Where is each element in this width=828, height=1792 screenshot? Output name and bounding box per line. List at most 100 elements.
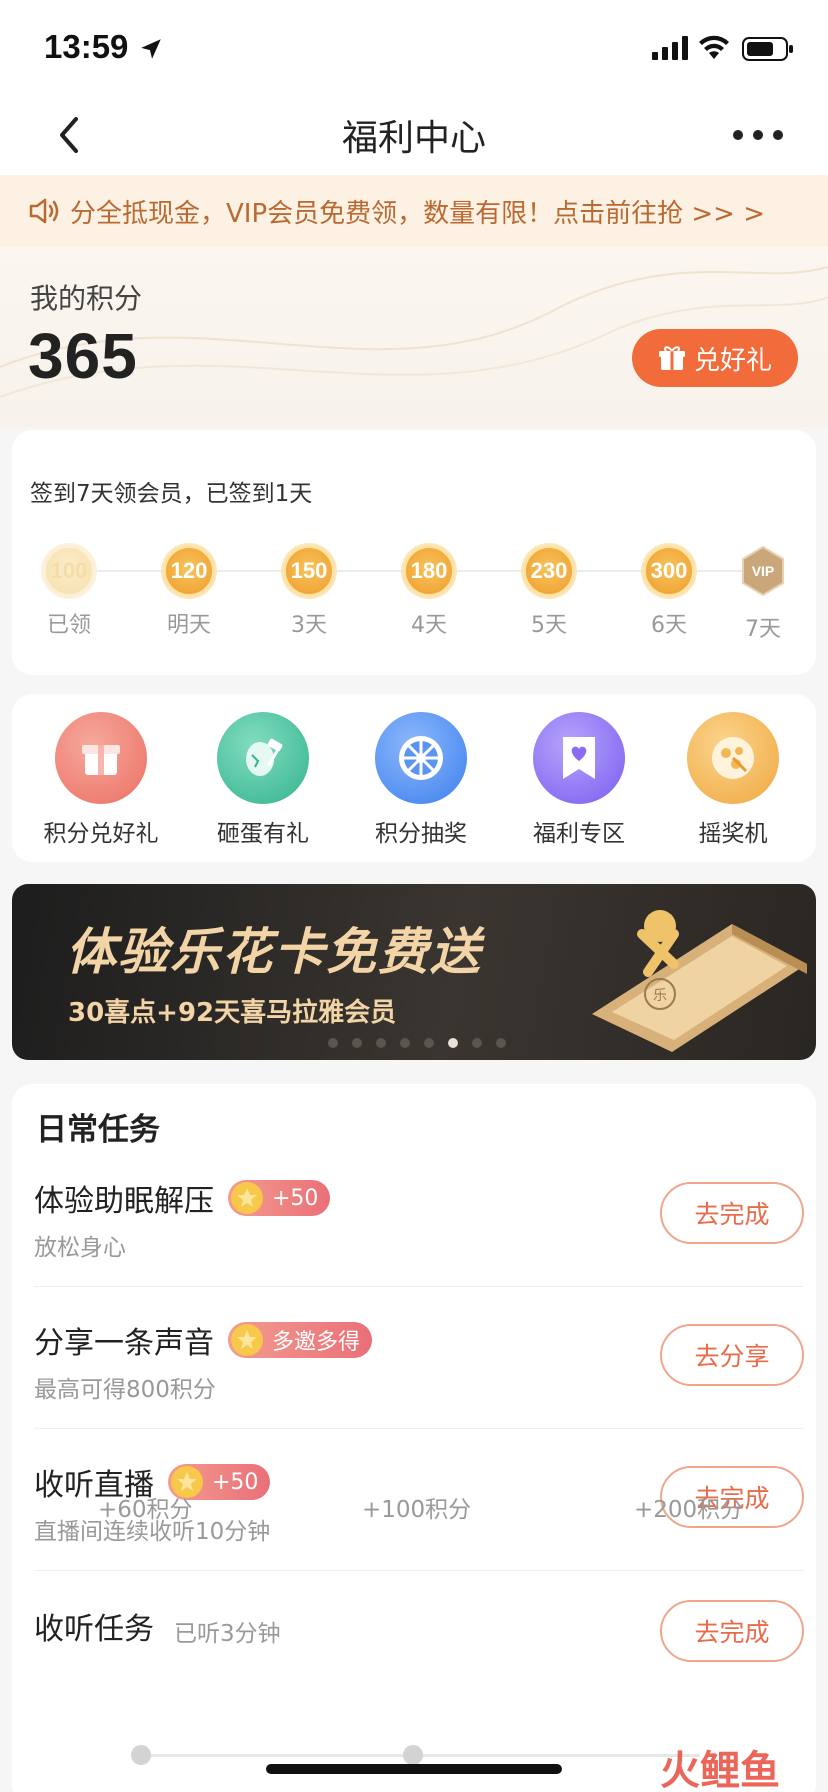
shortcut-label: 福利专区 [533, 821, 625, 847]
redeem-button-label: 兑好礼 [693, 345, 772, 376]
gift-box-icon [55, 712, 147, 804]
coin-icon: 100 [43, 545, 95, 597]
carousel-dot[interactable] [352, 1038, 362, 1048]
milestone-node [403, 1745, 423, 1765]
task-name: 体验助眠解压 [34, 1184, 214, 1219]
battery-icon [742, 37, 793, 61]
checkin-title: 签到7天领会员，已签到1天 [30, 481, 313, 507]
star-coin-icon [231, 1182, 263, 1214]
checkin-day-5[interactable]: 230 5天 [514, 545, 584, 639]
checkin-day-label: 7天 [745, 617, 781, 642]
coin-icon: 180 [403, 545, 455, 597]
milestone-node [131, 1745, 151, 1765]
carousel-dot[interactable] [376, 1038, 386, 1048]
redeem-gifts-button[interactable]: 兑好礼 [632, 329, 798, 387]
reward-text: 多邀多得 [272, 1330, 361, 1355]
shortcut-lucky-draw[interactable]: 积分抽奖 [346, 712, 496, 848]
notice-text: 分全抵现金，VIP会员免费领，数量有限！点击前往抢 >> > [70, 199, 766, 229]
milestone-label: +100积分 [362, 1497, 472, 1523]
task-description: 放松身心 [34, 1235, 126, 1261]
task-sleep-relax: 体验助眠解压 +50 放松身心 去完成 [34, 1176, 804, 1286]
checkin-day-label: 3天 [291, 613, 327, 638]
shortcut-label: 积分兑好礼 [43, 821, 159, 847]
carousel-dot[interactable] [400, 1038, 410, 1048]
task-name: 分享一条声音 [34, 1326, 214, 1361]
points-value: 365 [28, 320, 138, 392]
points-label: 我的积分 [30, 282, 143, 315]
complete-task-button[interactable]: 去完成 [660, 1182, 804, 1244]
star-coin-icon [231, 1324, 263, 1356]
card-logo-text: 乐 [653, 988, 667, 1004]
location-arrow-icon [141, 39, 161, 59]
coin-icon: 300 [643, 545, 695, 597]
daily-tasks-card: 日常任务 体验助眠解压 +50 放松身心 去完成 分享一条声音 多邀多得 最高可… [12, 1084, 816, 1792]
checkin-day-3[interactable]: 150 3天 [274, 545, 344, 639]
shortcut-label: 积分抽奖 [375, 821, 467, 847]
shortcut-grid: 积分兑好礼 砸蛋有礼 积分抽奖 福利专区 摇奖机 [12, 694, 816, 862]
checkin-day-1[interactable]: 100 已领 [34, 545, 104, 639]
carousel-dot[interactable] [424, 1038, 434, 1048]
more-options-icon[interactable] [730, 125, 786, 145]
coin-icon: 120 [163, 545, 215, 597]
share-task-button[interactable]: 去分享 [660, 1324, 804, 1386]
banner-subtitle: 30喜点+92天喜马拉雅会员 [68, 998, 397, 1028]
checkin-day-label: 已领 [46, 613, 91, 638]
task-description: 最高可得800积分 [34, 1377, 216, 1403]
reward-badge: 多邀多得 [228, 1322, 373, 1358]
egg-hammer-icon [217, 712, 309, 804]
checkin-day-label: 4天 [411, 613, 447, 638]
tasks-title: 日常任务 [36, 1112, 160, 1148]
checkin-day-4[interactable]: 180 4天 [394, 545, 464, 639]
checkin-day-label: 5天 [531, 613, 567, 638]
vip-badge-text: VIP [752, 563, 775, 579]
cellular-signal-icon [652, 36, 688, 60]
vip-badge-icon: VIP [742, 545, 784, 597]
status-bar: 13:59 [0, 0, 828, 95]
complete-task-button[interactable]: 去完成 [660, 1600, 804, 1662]
gift-icon [658, 346, 685, 370]
checkin-day-2[interactable]: 120 明天 [154, 545, 224, 639]
coin-icon: 150 [283, 545, 335, 597]
lottery-machine-icon [687, 712, 779, 804]
shortcut-label: 摇奖机 [698, 821, 768, 847]
carousel-dot[interactable] [472, 1038, 482, 1048]
divider [34, 1428, 804, 1429]
task-listen: 收听任务 已听3分钟 去完成 [34, 1588, 804, 1668]
task-name: 收听任务 [34, 1612, 154, 1647]
wifi-icon [699, 35, 729, 59]
checkin-day-6[interactable]: 300 6天 [634, 545, 704, 639]
listen-milestones: +60积分 +100积分 +200积分 [0, 1490, 828, 1530]
checkin-day-7[interactable]: VIP 7天 [728, 545, 798, 643]
points-header: 我的积分 365 兑好礼 [0, 247, 828, 427]
coin-icon: 230 [523, 545, 575, 597]
notice-bar[interactable]: 分全抵现金，VIP会员免费领，数量有限！点击前往抢 >> > [0, 175, 828, 247]
carousel-indicator [328, 1038, 506, 1048]
shortcut-points-gifts[interactable]: 积分兑好礼 [26, 712, 176, 848]
task-name-row: 收听任务 已听3分钟 [34, 1604, 281, 1648]
checkin-day-label: 6天 [651, 613, 687, 638]
divider [34, 1286, 804, 1287]
banner-title: 体验乐花卡免费送 [66, 923, 482, 981]
carousel-dot[interactable] [496, 1038, 506, 1048]
speaker-icon [29, 198, 59, 224]
promo-banner[interactable]: 体验乐花卡免费送 30喜点+92天喜马拉雅会员 乐 [12, 884, 816, 1060]
milestone-label: +60积分 [98, 1497, 193, 1523]
milestone-label: +200积分 [634, 1497, 744, 1523]
checkin-day-label: 明天 [166, 613, 211, 638]
carousel-dot-active[interactable] [448, 1038, 458, 1048]
shortcut-label: 砸蛋有礼 [217, 821, 309, 847]
prize-wheel-icon [375, 712, 467, 804]
divider [34, 1570, 804, 1571]
task-progress-text: 已听3分钟 [174, 1620, 281, 1647]
shortcut-lottery-machine[interactable]: 摇奖机 [658, 712, 808, 848]
page-title: 福利中心 [341, 118, 486, 159]
shortcut-egg-smash[interactable]: 砸蛋有礼 [188, 712, 338, 848]
reward-text: +50 [272, 1185, 319, 1211]
shortcut-welfare-zone[interactable]: 福利专区 [504, 712, 654, 848]
checkin-card: 签到7天领会员，已签到1天 100 已领 120 明天 150 3天 180 4… [12, 430, 816, 675]
reward-badge: +50 [228, 1180, 331, 1216]
carousel-dot[interactable] [328, 1038, 338, 1048]
nav-bar: 福利中心 [0, 95, 828, 175]
home-indicator[interactable] [266, 1764, 562, 1774]
card-box-illustration: 乐 [592, 910, 807, 1052]
